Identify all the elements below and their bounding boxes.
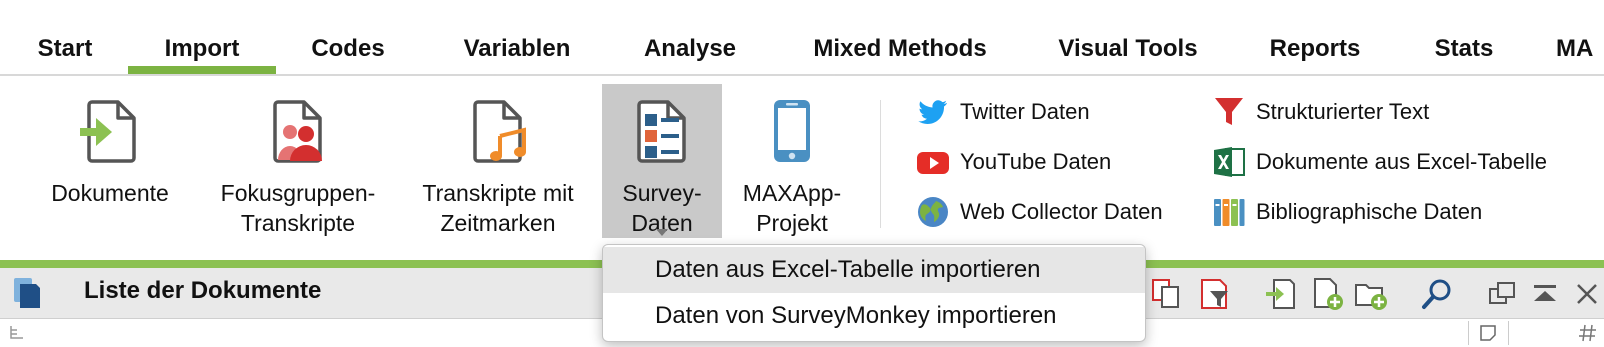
document-list-title: Liste der Dokumente [84, 277, 322, 304]
excel-icon [1214, 147, 1245, 177]
timestamped-transcript-icon [473, 100, 526, 163]
tab-variablen[interactable]: Variablen [444, 30, 590, 74]
youtube-icon [917, 152, 949, 174]
bibliography-icon [1214, 199, 1245, 226]
survey-data-icon [637, 100, 686, 163]
focus-group-icon [273, 100, 322, 163]
timestamped-transcripts-label: Transkripte mit Zeitmarken [422, 180, 574, 236]
subtoolbar-separator [1468, 321, 1469, 345]
smartphone-icon [774, 100, 810, 162]
undock-window-icon[interactable] [1486, 277, 1520, 311]
tab-mixed-methods[interactable]: Mixed Methods [794, 30, 1006, 74]
tab-max[interactable]: MA [1556, 30, 1604, 74]
ribbon-separator [880, 100, 881, 228]
tab-analyse[interactable]: Analyse [628, 30, 752, 74]
new-document-set-icon[interactable] [1354, 277, 1388, 311]
hash-icon[interactable] [1578, 323, 1598, 343]
maxapp-project-button[interactable]: MAXApp- Projekt [730, 84, 854, 238]
globe-icon [918, 197, 948, 227]
tab-start[interactable]: Start [22, 30, 108, 74]
copy-documents-icon[interactable] [1150, 277, 1184, 311]
ribbon-tab-bar: Start Import Codes Variablen Analyse Mix… [0, 0, 1604, 76]
survey-data-dropdown-menu: Daten aus Excel-Tabelle importieren Date… [602, 244, 1146, 342]
menu-item-import-surveymonkey[interactable]: Daten von SurveyMonkey importieren [603, 293, 1145, 339]
chevron-down-icon[interactable] [656, 229, 668, 236]
tab-reports[interactable]: Reports [1254, 30, 1376, 74]
import-documents-label: Dokumente [51, 180, 169, 206]
focus-group-transcripts-button[interactable]: Fokusgruppen- Transkripte [208, 84, 388, 238]
focus-group-transcripts-label: Fokusgruppen- Transkripte [220, 180, 376, 236]
import-ribbon: Dokumente Fokusgruppen- Transkripte Tran… [0, 76, 1604, 260]
tab-import[interactable]: Import [128, 30, 276, 74]
import-icon[interactable] [1264, 277, 1298, 311]
import-documents-button[interactable]: Dokumente [30, 84, 190, 238]
web-collector-data-button[interactable]: Web Collector Daten [916, 192, 1163, 232]
timestamped-transcripts-button[interactable]: Transkripte mit Zeitmarken [404, 84, 592, 238]
tab-stats[interactable]: Stats [1420, 30, 1508, 74]
memo-icon[interactable] [1478, 323, 1498, 343]
search-icon[interactable] [1420, 277, 1454, 311]
tree-view-icon[interactable] [8, 324, 26, 342]
bibliographic-data-button[interactable]: Bibliographische Daten [1212, 192, 1482, 232]
import-document-icon [80, 100, 136, 163]
collapse-up-icon[interactable] [1528, 277, 1562, 311]
youtube-data-button[interactable]: YouTube Daten [916, 142, 1111, 182]
survey-data-button[interactable]: Survey- Daten [602, 84, 722, 238]
tab-visual-tools[interactable]: Visual Tools [1048, 30, 1208, 74]
twitter-icon [918, 100, 947, 124]
filter-document-icon[interactable] [1198, 277, 1232, 311]
menu-item-import-excel[interactable]: Daten aus Excel-Tabelle importieren [603, 247, 1145, 293]
excel-documents-button[interactable]: Dokumente aus Excel-Tabelle [1212, 142, 1547, 182]
new-document-icon[interactable] [1310, 277, 1344, 311]
documents-icon [14, 278, 40, 308]
subtoolbar-separator [1508, 321, 1509, 345]
close-icon[interactable] [1570, 277, 1604, 311]
structured-text-button[interactable]: Strukturierter Text [1212, 92, 1429, 132]
maxapp-project-label: MAXApp- Projekt [742, 180, 842, 236]
tab-codes[interactable]: Codes [296, 30, 400, 74]
structured-text-icon [1215, 98, 1243, 125]
twitter-data-button[interactable]: Twitter Daten [916, 92, 1090, 132]
